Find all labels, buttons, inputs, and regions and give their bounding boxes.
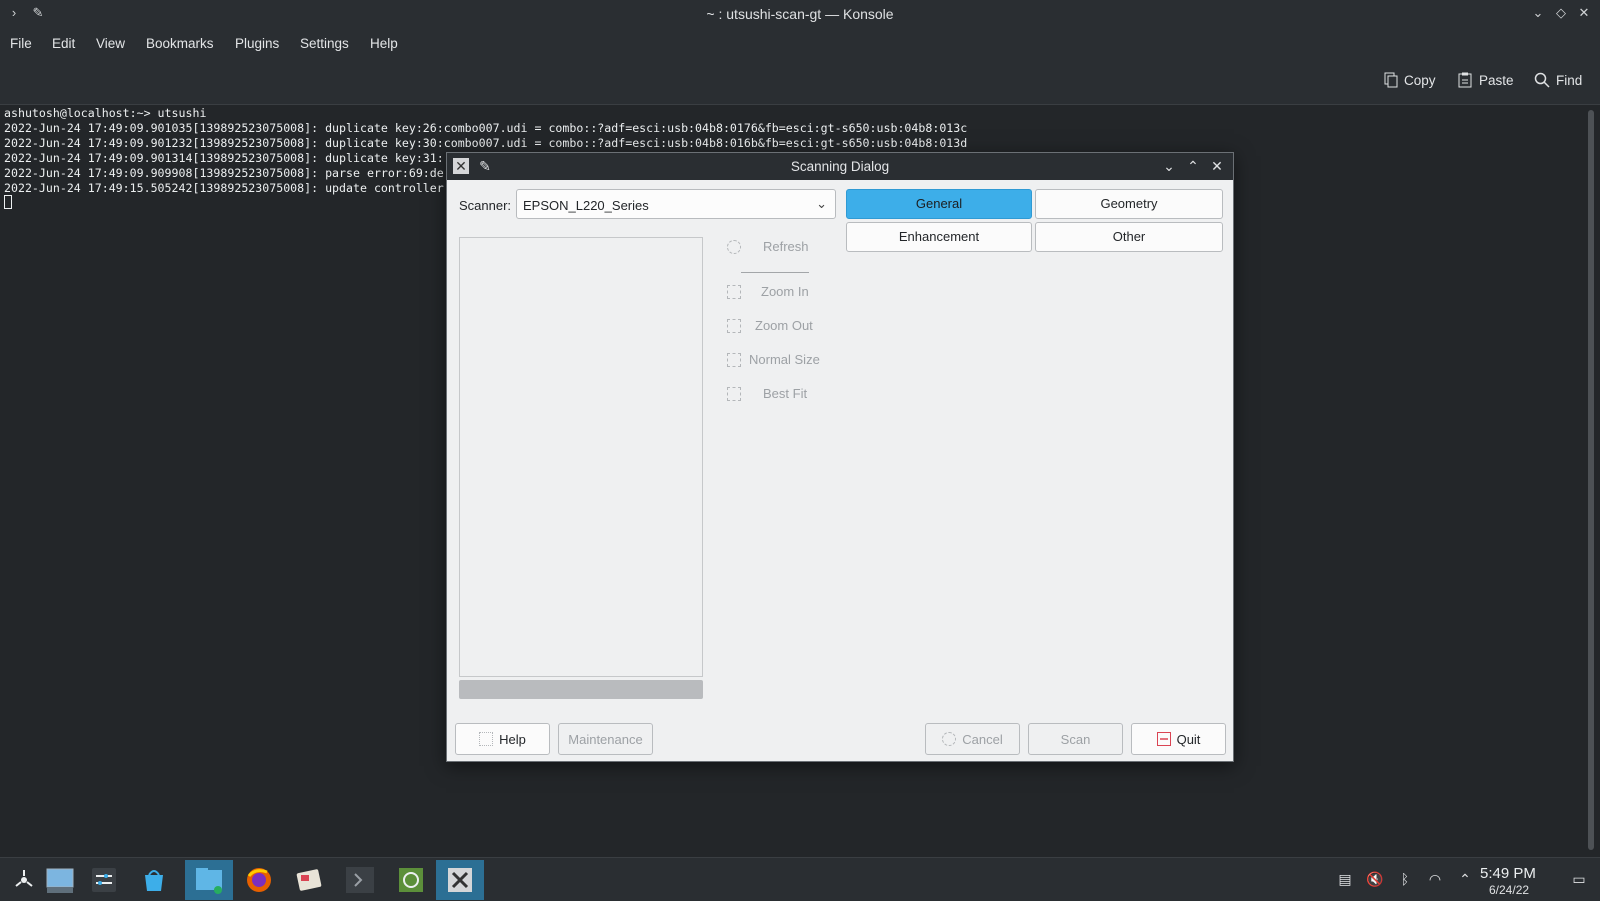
maximize-icon[interactable]: ⌃ <box>1185 158 1201 174</box>
help-label: Help <box>499 731 526 747</box>
cancel-button[interactable]: Cancel <box>925 723 1020 755</box>
quit-button[interactable]: Quit <box>1131 723 1226 755</box>
minimize-icon[interactable]: ⌄ <box>1161 158 1177 174</box>
desktop-icon[interactable] <box>36 860 84 900</box>
scanner-select[interactable]: EPSON_L220_Series ⌄ <box>516 189 836 219</box>
file-manager-icon[interactable] <box>185 860 233 900</box>
zoom-out-icon <box>727 318 741 333</box>
menu-settings[interactable]: Settings <box>300 36 349 51</box>
terminal-line: 2022-Jun-24 17:49:09.901314[139892523075… <box>4 151 444 165</box>
close-icon[interactable]: ✕ <box>1576 5 1592 21</box>
volume-muted-icon[interactable]: 🔇 <box>1366 870 1384 888</box>
wifi-icon[interactable]: ◠ <box>1426 870 1444 888</box>
zoom-out-label: Zoom Out <box>755 318 813 333</box>
tab-general[interactable]: General <box>846 189 1032 219</box>
firefox-icon[interactable] <box>235 860 283 900</box>
quit-icon <box>1156 732 1171 746</box>
dialog-titlebar[interactable]: ✕ ✎ Scanning Dialog ⌄ ⌃ ✕ <box>447 153 1233 180</box>
menu-view[interactable]: View <box>96 36 125 51</box>
refresh-button[interactable]: Refresh <box>727 239 809 254</box>
tab-enhancement[interactable]: Enhancement <box>846 222 1032 252</box>
tab-geometry[interactable]: Geometry <box>1035 189 1223 219</box>
terminal-line: 2022-Jun-24 17:49:09.901232[139892523075… <box>4 136 968 150</box>
help-icon <box>479 732 494 746</box>
bluetooth-icon[interactable]: ᛒ <box>1396 870 1414 888</box>
copy-button[interactable]: Copy <box>1382 72 1436 88</box>
terminal-cursor <box>4 195 12 209</box>
refresh-label: Refresh <box>763 239 809 254</box>
document-viewer-icon[interactable] <box>285 860 333 900</box>
menubar: File Edit View Bookmarks Plugins Setting… <box>0 28 1600 58</box>
maintenance-label: Maintenance <box>568 731 643 747</box>
clock-time[interactable]: 5:49 PM <box>1480 865 1536 882</box>
menu-file[interactable]: File <box>10 36 32 51</box>
cancel-icon <box>942 732 957 746</box>
maintenance-button[interactable]: Maintenance <box>558 723 653 755</box>
close-icon[interactable]: ✕ <box>1209 158 1225 174</box>
scanner-value: EPSON_L220_Series <box>523 198 649 213</box>
preview-scrollbar[interactable] <box>459 680 703 699</box>
terminal-line: ashutosh@localhost:~> utsushi <box>4 106 207 120</box>
show-desktop-icon[interactable]: ▭ <box>1570 870 1588 888</box>
best-fit-label: Best Fit <box>763 386 808 401</box>
menu-help[interactable]: Help <box>370 36 398 51</box>
sane-scanner-icon[interactable] <box>387 860 435 900</box>
paste-label: Paste <box>1479 72 1514 88</box>
best-fit-icon <box>727 386 741 401</box>
chevron-up-icon[interactable]: ⌃ <box>1456 870 1474 888</box>
find-button[interactable]: Find <box>1534 72 1582 88</box>
scan-preview-area <box>459 237 703 677</box>
settings-sliders-icon[interactable] <box>80 860 128 900</box>
scanner-label: Scanner: <box>459 198 512 213</box>
scanning-dialog: ✕ ✎ Scanning Dialog ⌄ ⌃ ✕ Scanner: EPSON… <box>446 152 1234 762</box>
paste-icon <box>1458 72 1472 88</box>
help-button[interactable]: Help <box>455 723 550 755</box>
clipboard-icon[interactable]: ▤ <box>1336 870 1354 888</box>
zoom-in-button[interactable]: Zoom In <box>727 284 809 299</box>
menu-bookmarks[interactable]: Bookmarks <box>146 36 214 51</box>
copy-icon <box>1384 72 1398 88</box>
dialog-title: Scanning Dialog <box>790 159 890 174</box>
normal-size-button[interactable]: Normal Size <box>727 352 820 367</box>
tab-other[interactable]: Other <box>1035 222 1223 252</box>
menu-edit[interactable]: Edit <box>52 36 75 51</box>
terminal-scrollbar[interactable] <box>1588 110 1594 850</box>
refresh-icon <box>727 239 741 254</box>
scan-button[interactable]: Scan <box>1028 723 1123 755</box>
cancel-label: Cancel <box>962 731 1003 747</box>
find-label: Find <box>1556 72 1583 88</box>
paste-button[interactable]: Paste <box>1457 72 1514 88</box>
terminal-line: 2022-Jun-24 17:49:09.909908[139892523075… <box>4 166 444 180</box>
best-fit-button[interactable]: Best Fit <box>727 386 807 401</box>
terminal-line: 2022-Jun-24 17:49:09.901035[139892523075… <box>4 121 968 135</box>
taskbar: ▤ 🔇 ᛒ ◠ ⌃ 5:49 PM 6/24/22 ▭ <box>0 857 1600 901</box>
toolbar: Copy Paste Find <box>0 58 1600 105</box>
zoom-in-label: Zoom In <box>761 284 809 299</box>
scan-label: Scan <box>1060 731 1091 747</box>
quit-label: Quit <box>1176 731 1201 747</box>
maximize-icon[interactable]: ◇ <box>1553 5 1569 21</box>
discover-store-icon[interactable] <box>130 860 178 900</box>
zoom-out-button[interactable]: Zoom Out <box>727 318 813 333</box>
normal-size-label: Normal Size <box>749 352 820 367</box>
terminal-icon[interactable] <box>336 860 384 900</box>
window-title: ~ : utsushi-scan-gt — Konsole <box>706 6 894 22</box>
chevron-down-icon: ⌄ <box>816 196 827 211</box>
utsushi-taskbar-icon[interactable] <box>436 860 484 900</box>
zoom-in-icon <box>727 284 741 299</box>
terminal-line: 2022-Jun-24 17:49:15.505242[139892523075… <box>4 181 444 195</box>
minimize-icon[interactable]: ⌄ <box>1530 5 1546 21</box>
search-icon <box>1534 72 1550 88</box>
normal-size-icon <box>727 352 741 367</box>
window-titlebar[interactable]: › ✎ ~ : utsushi-scan-gt — Konsole ⌄ ◇ ✕ <box>0 0 1600 28</box>
menu-plugins[interactable]: Plugins <box>235 36 279 51</box>
clock-date[interactable]: 6/24/22 <box>1489 883 1529 897</box>
copy-label: Copy <box>1404 72 1436 88</box>
separator <box>741 272 809 273</box>
